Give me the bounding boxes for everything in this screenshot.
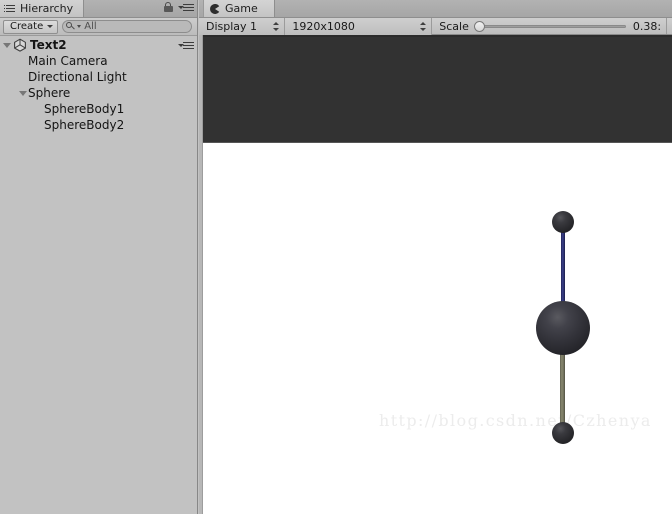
hierarchy-tabbar-actions — [163, 2, 194, 13]
foldout-triangle-icon[interactable] — [19, 90, 27, 96]
resolution-dropdown[interactable]: 1920x1080 — [285, 18, 433, 35]
hierarchy-tabbar: Hierarchy — [0, 0, 197, 18]
hierarchy-item-spherebody2[interactable]: SphereBody2 — [0, 117, 197, 133]
display-dropdown-label: Display 1 — [206, 20, 258, 33]
hierarchy-item-text2[interactable]: Text2 — [0, 37, 197, 53]
sphere-bottom — [552, 422, 574, 444]
game-tabbar: Game — [199, 0, 672, 18]
hierarchy-item-directional-light[interactable]: Directional Light — [0, 69, 197, 85]
tab-game-label: Game — [225, 2, 258, 15]
game-viewport[interactable]: http://blog.csdn.net/Czhenya — [199, 35, 672, 514]
scale-slider-knob[interactable] — [473, 21, 485, 32]
hierarchy-toolbar: Create All — [0, 18, 197, 36]
game-toolbar: Display 1 1920x1080 Scale 0.38: Ma — [199, 18, 672, 35]
sphere-center — [536, 301, 590, 355]
chevron-down-icon — [47, 25, 54, 28]
hierarchy-tree: Text2 Main Camera Directional Light Sphere S… — [0, 36, 197, 133]
scale-slider-rail — [481, 25, 626, 28]
hierarchy-item-sphere[interactable]: Sphere — [0, 85, 197, 101]
create-button[interactable]: Create — [3, 19, 59, 34]
resolution-dropdown-label: 1920x1080 — [292, 20, 355, 33]
scale-control: Scale 0.38: — [432, 18, 664, 35]
search-filter-chevron-icon[interactable] — [77, 25, 82, 28]
game-panel: Game Display 1 1920x1080 Scale 0.38: htt… — [199, 0, 672, 514]
search-magnifier-icon — [66, 22, 75, 31]
toolbar-divider — [666, 18, 667, 34]
hierarchy-item-label: SphereBody2 — [44, 118, 125, 132]
hamburger-menu-icon[interactable] — [177, 2, 194, 13]
updown-arrows-icon — [420, 21, 427, 32]
search-input[interactable]: All — [62, 20, 192, 33]
hierarchy-item-label: Text2 — [30, 38, 67, 52]
display-dropdown[interactable]: Display 1 — [199, 18, 286, 35]
scale-label: Scale — [439, 20, 469, 33]
unity-scene-icon — [13, 38, 27, 52]
hierarchy-item-label: Main Camera — [28, 54, 108, 68]
create-button-label: Create — [10, 21, 44, 32]
scene-sky-band — [203, 35, 672, 143]
tab-game[interactable]: Game — [203, 0, 275, 17]
hierarchy-panel: Hierarchy Create All Text2 Main Camera D… — [0, 0, 198, 514]
updown-arrows-icon — [273, 21, 280, 32]
tab-hierarchy[interactable]: Hierarchy — [0, 0, 85, 17]
hierarchy-item-label: Sphere — [28, 86, 71, 100]
scale-value: 0.38: — [632, 20, 662, 33]
hierarchy-item-label: Directional Light — [28, 70, 127, 84]
hierarchy-item-spherebody1[interactable]: SphereBody1 — [0, 101, 197, 117]
rod-upper — [561, 231, 565, 309]
hierarchy-item-label: SphereBody1 — [44, 102, 125, 116]
sphere-top — [552, 211, 574, 233]
search-input-placeholder: All — [84, 21, 97, 32]
hierarchy-item-main-camera[interactable]: Main Camera — [0, 53, 197, 69]
hierarchy-list-icon — [4, 3, 16, 14]
watermark-text: http://blog.csdn.net/Czhenya — [379, 411, 652, 430]
unity-editor-window: Hierarchy Create All Text2 Main Camera D… — [0, 0, 672, 514]
rod-lower — [560, 349, 565, 427]
foldout-triangle-icon[interactable] — [3, 42, 11, 48]
scene-context-menu-icon[interactable] — [177, 40, 194, 51]
lock-icon[interactable] — [163, 2, 173, 13]
scale-slider[interactable] — [473, 21, 626, 32]
scene-ground — [203, 143, 672, 514]
game-pacman-icon — [210, 3, 220, 14]
tab-hierarchy-label: Hierarchy — [20, 2, 74, 15]
